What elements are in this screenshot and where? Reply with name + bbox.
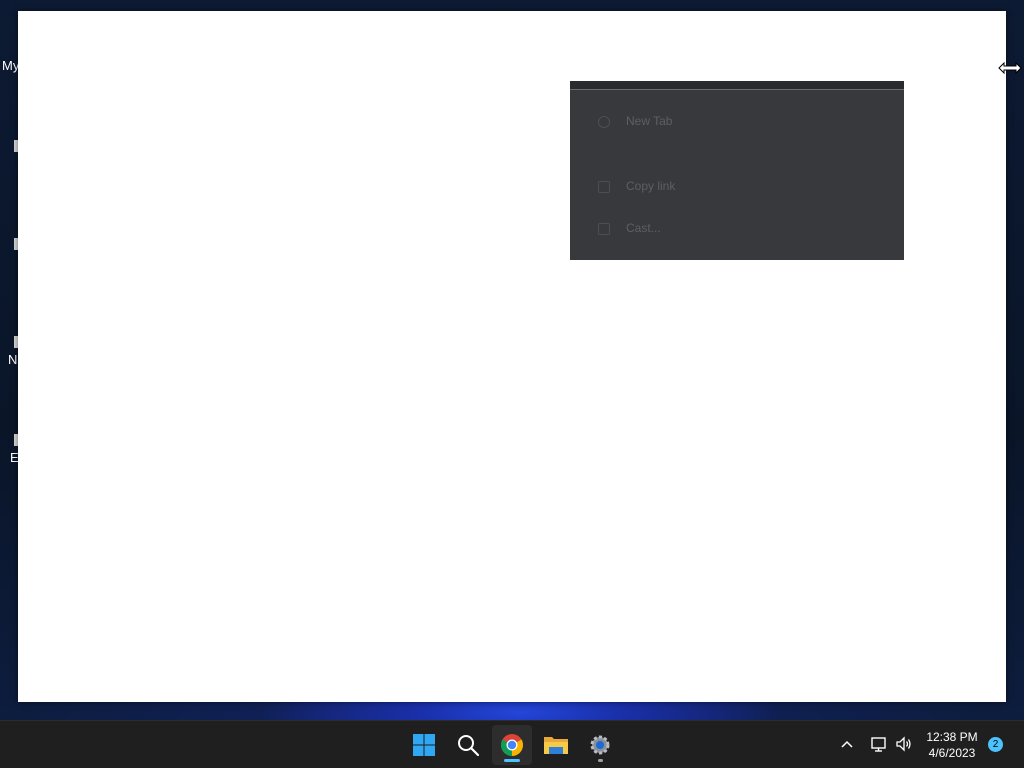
- menu-item-cast[interactable]: Cast...: [598, 221, 661, 235]
- globe-icon: [598, 116, 610, 128]
- search-icon: [458, 735, 480, 757]
- folder-icon: [544, 737, 568, 754]
- menu-item-copy-link[interactable]: Copy link: [598, 179, 675, 193]
- clock-date: 4/6/2023: [928, 746, 976, 760]
- search-button[interactable]: [448, 725, 488, 765]
- notification-badge[interactable]: 2: [988, 737, 1003, 752]
- desktop-icon-label-4[interactable]: N: [8, 352, 17, 367]
- speaker-icon: [896, 736, 911, 752]
- chrome-taskbar-button[interactable]: [492, 725, 532, 765]
- menu-item-new-tab[interactable]: New Tab: [598, 114, 672, 131]
- menu-item-label: New Tab: [626, 114, 673, 128]
- cast-icon: [598, 223, 610, 235]
- clock-time: 12:38 PM: [926, 730, 978, 744]
- network-button[interactable]: [868, 733, 890, 755]
- gear-icon: [590, 735, 610, 755]
- context-menu: New Tab Copy link Cast...: [570, 81, 904, 260]
- clock[interactable]: 12:38 PM 4/6/2023: [920, 729, 984, 761]
- windows-start-icon: [413, 734, 435, 756]
- start-button[interactable]: [404, 725, 444, 765]
- browser-window[interactable]: New Tab Copy link Cast...: [18, 11, 1006, 702]
- show-hidden-icons-button[interactable]: [838, 733, 856, 755]
- file-explorer-button[interactable]: [536, 725, 576, 765]
- running-app-indicator: [598, 759, 603, 762]
- horizontal-resize-cursor-icon: [998, 61, 1022, 75]
- chrome-icon: [501, 734, 523, 756]
- taskbar: 12:38 PM 4/6/2023 2: [0, 720, 1024, 768]
- menu-item-label: Copy link: [626, 179, 676, 193]
- volume-button[interactable]: [893, 733, 915, 755]
- settings-button[interactable]: [580, 725, 620, 765]
- desktop-icon-label-1[interactable]: My: [2, 58, 19, 73]
- link-icon: [598, 181, 610, 193]
- active-app-indicator: [504, 759, 520, 762]
- menu-item-label: Cast...: [626, 221, 661, 235]
- chevron-up-icon: [841, 740, 853, 748]
- network-icon: [871, 737, 886, 752]
- menu-divider: [570, 89, 904, 90]
